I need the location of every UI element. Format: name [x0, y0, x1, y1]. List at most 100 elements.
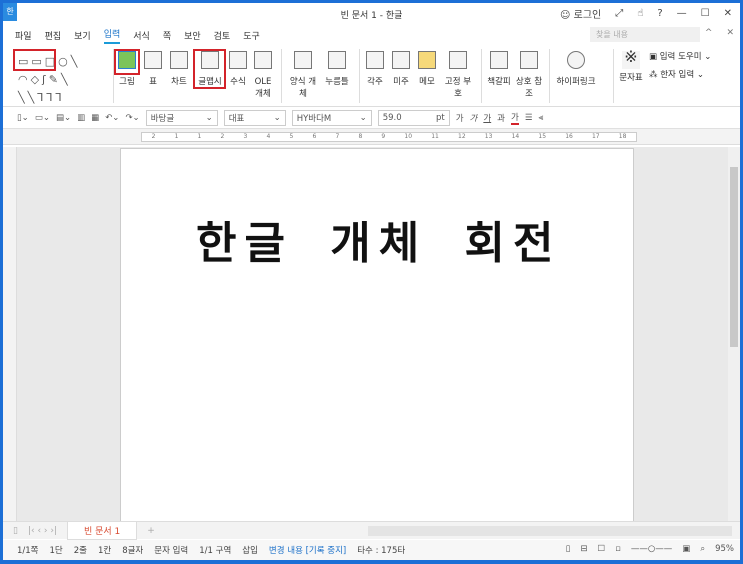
- search-input[interactable]: 찾을 내용: [590, 27, 700, 42]
- zoom-level: 95%: [715, 544, 734, 554]
- menu-edit[interactable]: 편집: [45, 29, 62, 42]
- new-doc-icon[interactable]: ▯⌄: [17, 113, 29, 123]
- status-page: 1/1쪽: [17, 546, 39, 556]
- strike-button[interactable]: 과: [497, 112, 505, 124]
- ole-button[interactable]: OLE 개체: [251, 51, 275, 100]
- label: 각주: [367, 77, 383, 87]
- hand-icon[interactable]: ☝: [637, 8, 643, 19]
- equation-button[interactable]: 수식: [227, 51, 249, 88]
- field-button[interactable]: 누름틀: [321, 51, 353, 88]
- fixed-symbol-button[interactable]: 고정 부호: [443, 51, 473, 100]
- app-logo-icon: 한: [3, 3, 17, 21]
- tick: 16: [565, 133, 573, 140]
- zoom-out-icon[interactable]: ▫: [615, 544, 621, 554]
- form-object-button[interactable]: 양식 개체: [289, 51, 317, 100]
- vertical-scrollbar[interactable]: [728, 147, 740, 521]
- menu-format[interactable]: 서식: [133, 29, 150, 42]
- fullscreen-icon[interactable]: ⤢: [615, 8, 623, 19]
- zoom-in-icon[interactable]: ▣: [682, 544, 690, 554]
- preview-icon[interactable]: ▦: [91, 113, 99, 123]
- cross-reference-button[interactable]: 상호 참조: [515, 51, 543, 100]
- help-icon[interactable]: ?: [657, 8, 662, 19]
- login-button[interactable]: ☺ 로그인: [560, 6, 601, 21]
- tick: 7: [335, 133, 340, 140]
- print-icon[interactable]: ▥: [77, 113, 85, 123]
- bookmark-button[interactable]: 책갈피: [485, 51, 513, 88]
- font-value: HY바다M: [296, 113, 332, 124]
- status-line: 2줄: [73, 546, 87, 556]
- add-tab-button[interactable]: +: [147, 526, 155, 536]
- table-button[interactable]: 표: [143, 51, 163, 88]
- font-size-value: 59.0: [382, 112, 402, 123]
- horizontal-scrollbar[interactable]: [368, 526, 732, 536]
- save-icon[interactable]: ▤⌄: [56, 113, 71, 123]
- zoom-slider[interactable]: ——○——: [631, 544, 672, 554]
- menu-input[interactable]: 입력: [103, 27, 121, 44]
- label: 그림: [119, 77, 135, 87]
- menu-page[interactable]: 쪽: [163, 29, 171, 42]
- endnote-icon: [392, 51, 410, 69]
- tick: 18: [618, 133, 627, 140]
- font-select[interactable]: HY바다M ⌄: [291, 109, 372, 126]
- menu-bar: 파일 편집 보기 입력 서식 쪽 보안 검토 도구 찾을 내용 ^ ✕: [3, 25, 740, 45]
- bold-button[interactable]: 가: [456, 112, 464, 124]
- footnote-button[interactable]: 각주: [363, 51, 387, 88]
- menu-file[interactable]: 파일: [15, 29, 32, 42]
- italic-button[interactable]: 가: [470, 112, 478, 124]
- fixed-symbol-icon: [449, 51, 467, 69]
- document-text[interactable]: 한글 개체 회전: [196, 207, 562, 271]
- track-changes[interactable]: 변경 내용 [기록 중지]: [269, 544, 346, 556]
- label: 양식 개체: [289, 77, 317, 99]
- label: 책갈피: [487, 77, 511, 87]
- menu-tools[interactable]: 도구: [243, 29, 260, 42]
- memo-button[interactable]: 메모: [415, 51, 439, 88]
- chart-button[interactable]: 차트: [167, 51, 191, 88]
- symbol-icon: ※: [622, 49, 640, 69]
- page[interactable]: 한글 개체 회전: [120, 148, 634, 522]
- close-button[interactable]: ✕: [724, 8, 732, 19]
- close-ribbon-icon[interactable]: ✕: [726, 28, 734, 38]
- label: 문자표: [619, 73, 643, 83]
- tick: 5: [289, 133, 294, 140]
- open-icon[interactable]: ▭⌄: [35, 113, 50, 123]
- label: 입력 도우미: [659, 52, 702, 62]
- label: 상호 참조: [515, 77, 543, 99]
- menu-security[interactable]: 보안: [184, 29, 201, 42]
- title-bar: 한 빈 문서 1 - 한글 ☺ 로그인 ⤢ ☝ ? — ☐ ✕: [3, 3, 740, 25]
- window-title: 빈 문서 1 - 한글: [340, 10, 403, 21]
- ribbon: ▭▭□○╲ ◠◇ʃ✎╲ ╲╲⅂⅂⅂ 그림 표 차트 글맵시 수식 OLE 개체 양식…: [3, 45, 740, 107]
- justify-icon[interactable]: ☰: [525, 113, 533, 123]
- undo-icon[interactable]: ↶⌄: [105, 113, 119, 123]
- menu-review[interactable]: 검토: [214, 29, 231, 42]
- typing-count: 타수 : 175타: [357, 546, 406, 556]
- font-size-input[interactable]: 59.0 pt: [377, 109, 450, 126]
- menu-view[interactable]: 보기: [74, 29, 91, 42]
- endnote-button[interactable]: 미주: [389, 51, 413, 88]
- tab-document[interactable]: 빈 문서 1: [67, 521, 138, 540]
- minimize-button[interactable]: —: [677, 8, 687, 19]
- maximize-button[interactable]: ☐: [701, 8, 710, 19]
- language-select[interactable]: 대표 ⌄: [223, 109, 286, 126]
- full-page-icon[interactable]: ☐: [597, 544, 605, 554]
- zoom-icon[interactable]: ⌕: [700, 544, 705, 554]
- symbol-button[interactable]: ※ 문자표: [617, 49, 645, 84]
- input-helper-button[interactable]: ▣ 입력 도우미 ⌄: [649, 51, 729, 63]
- underline-button[interactable]: 가: [483, 112, 491, 124]
- tick: 3: [243, 133, 248, 140]
- redo-icon[interactable]: ↷⌄: [125, 113, 139, 123]
- sqrt-icon: [229, 51, 247, 69]
- page-view-icon[interactable]: ▯: [13, 526, 18, 536]
- page-view-icon[interactable]: ▯: [566, 544, 571, 554]
- hanja-input-button[interactable]: ⁂ 한자 입력 ⌄: [649, 69, 729, 81]
- align-left-icon[interactable]: ⫷: [538, 113, 543, 123]
- label: 차트: [171, 77, 187, 87]
- width-view-icon[interactable]: ⊟: [580, 544, 587, 554]
- status-insert[interactable]: 삽입: [242, 544, 258, 556]
- scroll-thumb[interactable]: [730, 167, 738, 347]
- collapse-ribbon-icon[interactable]: ^: [705, 28, 713, 38]
- hyperlink-button[interactable]: 하이퍼링크: [551, 51, 601, 88]
- tab-nav-icons[interactable]: |‹ ‹ › ›|: [28, 526, 57, 536]
- font-color-button[interactable]: 가: [511, 111, 519, 125]
- style-select[interactable]: 바탕글 ⌄: [145, 109, 218, 126]
- format-toolbar: ▯⌄ ▭⌄ ▤⌄ ▥ ▦ ↶⌄ ↷⌄ 바탕글 ⌄ 대표 ⌄ HY바다M ⌄ 59.0 p…: [3, 107, 740, 129]
